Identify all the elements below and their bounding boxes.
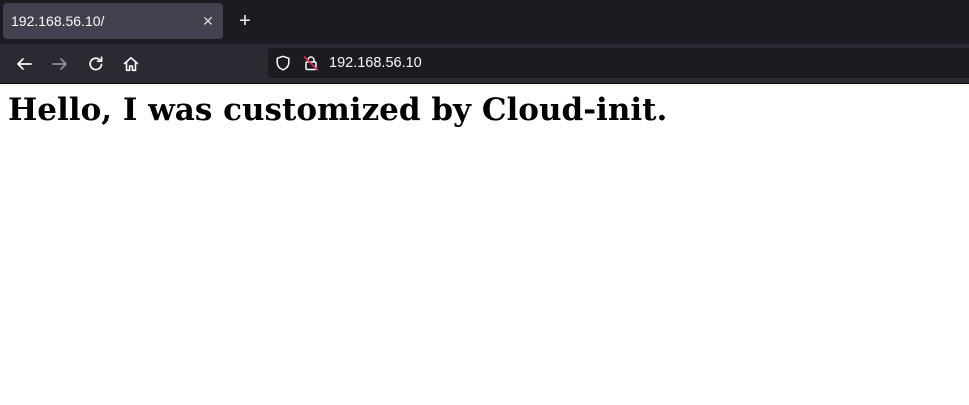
- back-button[interactable]: [12, 52, 36, 76]
- page-content: Hello, I was customized by Cloud-init.: [0, 84, 969, 405]
- tab-title: 192.168.56.10/: [11, 13, 105, 29]
- insecure-lock-icon[interactable]: [303, 55, 319, 71]
- navigation-toolbar: 192.168.56.10: [0, 44, 969, 83]
- home-button[interactable]: [119, 52, 143, 76]
- home-icon: [123, 57, 139, 72]
- arrow-right-icon: [52, 58, 67, 70]
- tab-active[interactable]: 192.168.56.10/ ✕: [3, 3, 223, 39]
- url-text[interactable]: 192.168.56.10: [329, 55, 422, 71]
- forward-button[interactable]: [48, 52, 72, 76]
- arrow-left-icon: [17, 58, 32, 70]
- url-bar[interactable]: 192.168.56.10: [268, 48, 969, 78]
- close-tab-button[interactable]: ✕: [198, 11, 218, 31]
- new-tab-button[interactable]: +: [234, 10, 256, 32]
- shield-icon[interactable]: [275, 55, 291, 71]
- reload-icon: [89, 56, 103, 71]
- reload-button[interactable]: [84, 52, 108, 76]
- page-heading: Hello, I was customized by Cloud-init.: [8, 92, 668, 128]
- tab-strip: 192.168.56.10/ ✕ +: [0, 0, 969, 44]
